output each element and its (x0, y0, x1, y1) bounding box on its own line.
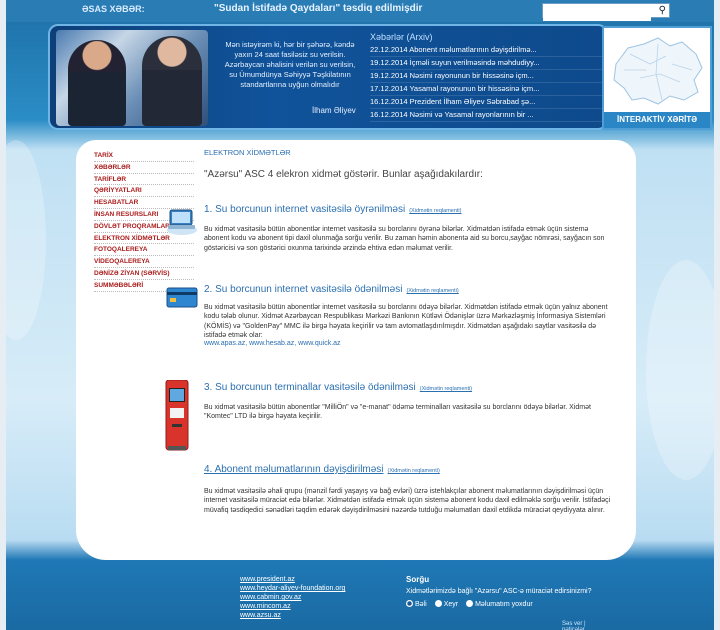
news-item[interactable]: 19.12.2014 İçməli suyun verilməsində məh… (370, 57, 606, 70)
service-title: 1. Su borcunun internet vasitəsilə öyrən… (204, 204, 614, 215)
search-icon[interactable]: ⚲ (659, 5, 666, 16)
service-block: 2. Su borcunun internet vasitəsilə ödəni… (166, 284, 614, 347)
person-figure (68, 40, 126, 126)
content-panel: TARİX XƏBƏRLƏR TARİFLƏR QƏRİYYATLARI HES… (76, 140, 636, 560)
news-item[interactable]: 16.12.2014 Prezident İlham Əliyev Səbrab… (370, 96, 606, 109)
computer-icon (166, 206, 198, 241)
poll-option-label: Xeyr (443, 601, 459, 608)
top-bar: ƏSAS XƏBƏR: "Sudan İstifadə Qaydaları" t… (6, 0, 714, 22)
service-block: 4. Abonent məlumatlarının dəyişdirilməsi… (204, 464, 614, 515)
payment-terminal-icon (164, 379, 190, 457)
poll-question: Xidmətlərimizdə bağlı "Azərsu" ASC-ə mür… (406, 588, 592, 595)
service-title: 2. Su borcunun internet vasitəsilə ödəni… (204, 284, 614, 295)
poll-option-label: Bəli (415, 601, 427, 608)
poll-title: Sorğu (406, 575, 430, 584)
page-frame: ƏSAS XƏBƏR: "Sudan İstifadə Qaydaları" t… (6, 0, 714, 630)
service-title-link[interactable]: 1. Su borcunun internet vasitəsilə öyrən… (204, 204, 405, 215)
page-title: ELEKTRON XİDMƏTLƏR (204, 148, 291, 157)
poll-widget: Sorğu Xidmətlərimizdə bağlı "Azərsu" ASC… (406, 575, 606, 630)
footer-link[interactable]: www.president.az (240, 575, 390, 584)
interactive-map[interactable]: İNTERAKTİV XƏRİTƏ (602, 26, 712, 130)
footer-link[interactable]: www.mincom.az (240, 602, 390, 611)
sidebar-item-history[interactable]: TARİX (94, 150, 194, 162)
sidebar-item-tariffs[interactable]: TARİFLƏR (94, 174, 194, 186)
search-input[interactable] (543, 7, 651, 21)
service-title: 3. Su borcunun terminallar vasitəsilə öd… (204, 382, 614, 393)
person-figure (142, 36, 202, 126)
footer-link[interactable]: www.azsu.az (240, 611, 390, 620)
header-banner: Mən istəyirəm ki, hər bir şəhərə, kəndə … (48, 24, 608, 130)
quote-author: İlham Əliyev (312, 106, 356, 115)
footer-link[interactable]: www.cabmin.gov.az (240, 593, 390, 602)
footer-link[interactable]: www.heydar-aliyev-foundation.org (240, 584, 390, 593)
sidebar-item-photo-gallery[interactable]: FOTOQALEREYA (94, 244, 194, 257)
water-splash-decoration (6, 140, 46, 340)
sidebar-item-news[interactable]: XƏBƏRLƏR (94, 162, 194, 174)
sidebar-item-rules[interactable]: QƏRİYYATLARI (94, 185, 194, 198)
regulation-link[interactable]: (Xidmətin reqlamenti) (406, 288, 458, 294)
service-description: Bu xidmət vasitəsilə bütün abonentlər "M… (204, 404, 591, 421)
header-photo (56, 30, 208, 126)
main-content: ELEKTRON XİDMƏTLƏR "Azərsu" ASC 4 elekro… (165, 148, 614, 514)
radio-button[interactable] (434, 600, 442, 607)
sidebar-item-video-gallery[interactable]: VİDEOQALEREYA (94, 256, 194, 268)
search-box: ⚲ (542, 3, 670, 21)
poll-option-yes[interactable]: Bəli (406, 600, 427, 608)
president-quote: Mən istəyirəm ki, hər bir şəhərə, kəndə … (224, 40, 356, 89)
news-item[interactable]: 22.12.2014 Abonent məlumatlarının dəyişd… (370, 44, 606, 57)
service-description: Bu xidmət vasitəsilə əhali qrupu (mənzil… (204, 488, 611, 514)
interactive-map-label[interactable]: İNTERAKTİV XƏRİTƏ (604, 112, 710, 128)
regulation-link[interactable]: (Xidmətin reqlamenti) (388, 468, 440, 474)
service-title-link[interactable]: 3. Su borcunun terminallar vasitəsilə öd… (204, 382, 416, 393)
news-ticker[interactable]: "Sudan İstifadə Qaydaları" təsdiq edilmi… (214, 3, 422, 14)
azerbaijan-map-icon (613, 37, 703, 105)
poll-option-label: Məlumatım yoxdur (475, 601, 533, 608)
service-title: 4. Abonent məlumatlarının dəyişdirilməsi… (204, 464, 614, 475)
intro-text: "Azərsu" ASC 4 elekron xidmət göstərir. … (204, 169, 483, 180)
main-news-label: ƏSAS XƏBƏR: (82, 4, 145, 14)
radio-button[interactable] (466, 600, 474, 607)
poll-option-no[interactable]: Xeyr (434, 600, 459, 608)
news-archive-title[interactable]: Xəbərlər (Arxiv) (370, 32, 606, 42)
service-block: 3. Su borcunun terminallar vasitəsilə öd… (165, 379, 614, 451)
bank-card-icon (166, 286, 198, 313)
service-block: 1. Su borcunun internet vasitəsilə öyrən… (167, 204, 614, 253)
sidebar-item-service[interactable]: DƏNİZƏ ZİYAN (SƏRVİS) (94, 268, 194, 280)
poll-options: Bəli Xeyr Məlumatım yoxdur (406, 600, 606, 608)
regulation-link[interactable]: (Xidmətin reqlamenti) (409, 208, 461, 214)
service-description: Bu xidmət vasitəsilə bütün abonentlər in… (204, 226, 605, 252)
service-description: Bu xidmət vasitəsilə bütün abonentlər in… (204, 304, 608, 339)
news-item[interactable]: 16.12.2014 Nəsimi və Yasamal rayonlarını… (370, 109, 606, 122)
partner-sites[interactable]: www.apas.az, www.hesab.az, www.quick.az (204, 340, 614, 347)
news-item[interactable]: 19.12.2014 Nəsimi rayonunun bir hissəsin… (370, 70, 606, 83)
service-title-link[interactable]: 4. Abonent məlumatlarının dəyişdirilməsi (204, 464, 384, 475)
poll-results-link[interactable]: Səs ver | nəticələr (562, 621, 606, 630)
radio-button[interactable] (406, 600, 413, 607)
service-title-link[interactable]: 2. Su borcunun internet vasitəsilə ödəni… (204, 284, 402, 295)
footer-links: www.president.az www.heydar-aliyev-found… (240, 575, 390, 620)
water-splash-decoration (646, 260, 714, 480)
news-item[interactable]: 17.12.2014 Yasamal rayonunun bir hissəsi… (370, 83, 606, 96)
regulation-link[interactable]: (Xidmətin reqlamenti) (420, 386, 472, 392)
news-panel: Xəbərlər (Arxiv) 22.12.2014 Abonent məlu… (370, 32, 606, 122)
poll-option-unknown[interactable]: Məlumatım yoxdur (466, 600, 533, 608)
